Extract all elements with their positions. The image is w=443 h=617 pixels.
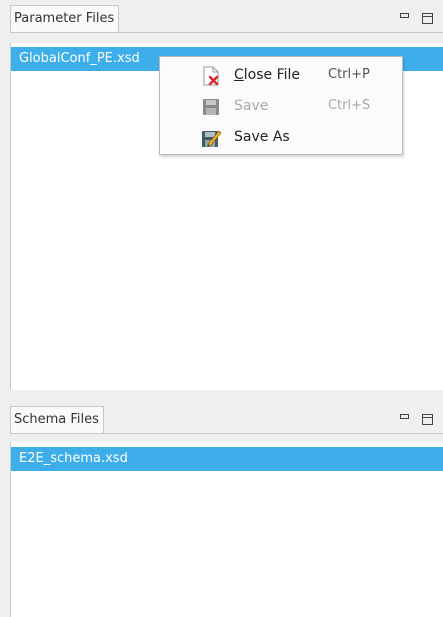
- menu-item-label: Close File: [234, 67, 301, 83]
- parameter-files-tabbar: Parameter Files: [10, 5, 443, 33]
- save-icon: [203, 99, 219, 115]
- save-as-icon: [202, 130, 222, 147]
- menu-item-label: Save: [234, 98, 269, 114]
- float-panel-icon: [422, 13, 433, 24]
- menu-item-close-file[interactable]: Close File Ctrl+P: [160, 60, 402, 90]
- schema-files-tab[interactable]: Schema Files: [10, 406, 104, 433]
- minimize-icon: [400, 414, 409, 419]
- parameter-files-minimize-button[interactable]: [398, 5, 412, 31]
- close-file-icon: [203, 66, 219, 86]
- minimize-icon: [400, 13, 409, 18]
- menu-item-label: Save As: [234, 129, 290, 145]
- float-panel-icon: [422, 414, 433, 425]
- parameter-files-tab[interactable]: Parameter Files: [10, 5, 120, 32]
- menu-item-save[interactable]: Save Ctrl+S: [160, 91, 402, 121]
- menu-item-shortcut: Ctrl+P: [328, 67, 370, 82]
- parameter-files-float-button[interactable]: [420, 5, 436, 31]
- schema-files-minimize-button[interactable]: [398, 406, 412, 432]
- context-menu: Close File Ctrl+P Save Ctrl+S Save As: [159, 56, 403, 155]
- schema-files-tabbar: Schema Files: [10, 406, 443, 434]
- menu-item-shortcut: Ctrl+S: [328, 98, 371, 113]
- parameter-file-name: GlobalConf_PE.xsd: [19, 51, 140, 66]
- schema-files-panel: Schema Files E2E_schema.xsd: [10, 406, 443, 617]
- schema-file-name: E2E_schema.xsd: [19, 451, 128, 466]
- schema-files-list[interactable]: E2E_schema.xsd: [10, 442, 443, 617]
- menu-item-save-as[interactable]: Save As: [160, 122, 402, 152]
- schema-files-float-button[interactable]: [420, 406, 436, 432]
- list-item-schema-file[interactable]: E2E_schema.xsd: [11, 447, 443, 471]
